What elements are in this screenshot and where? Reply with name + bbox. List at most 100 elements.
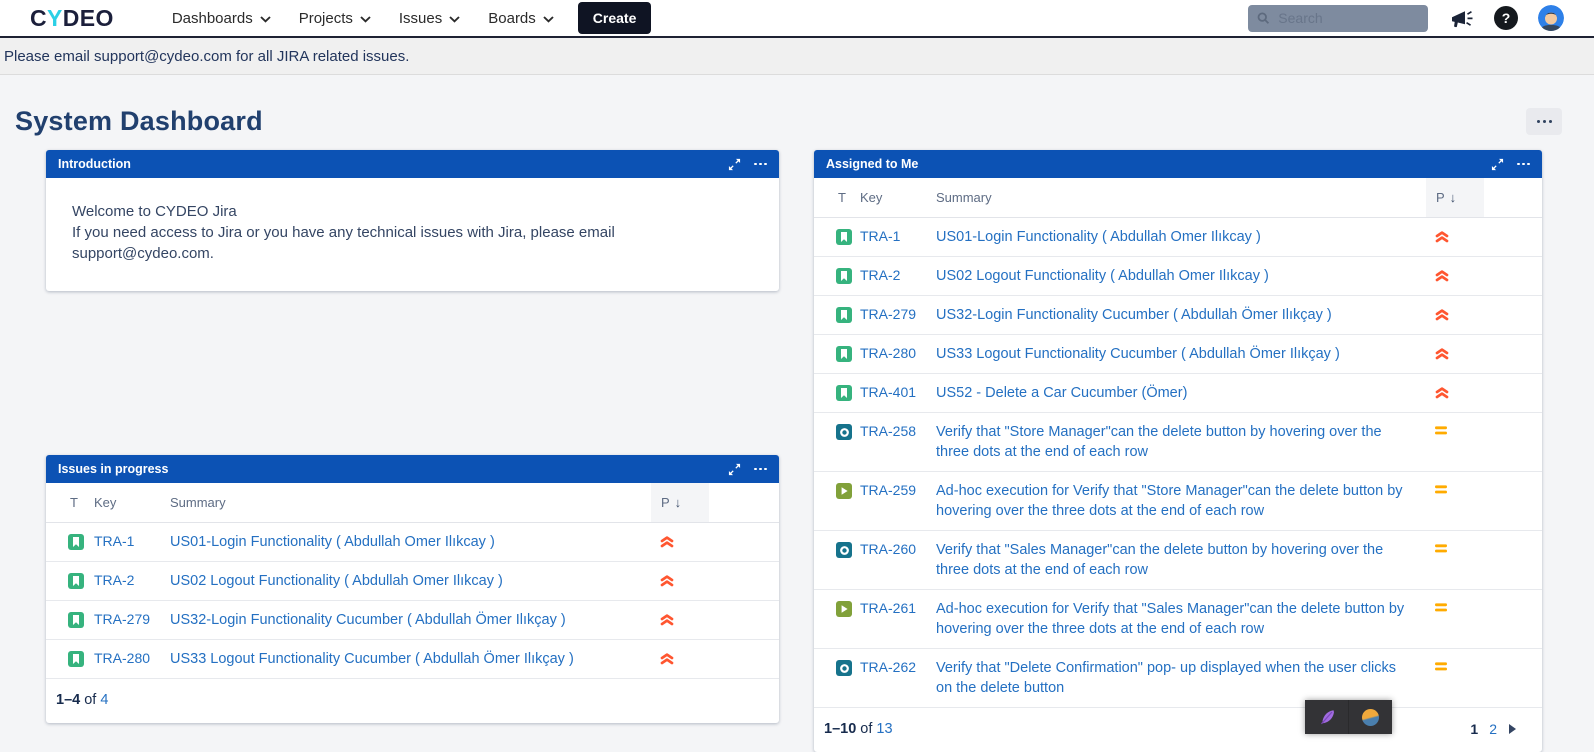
- table-row: TRA-259 Ad-hoc execution for Verify that …: [814, 472, 1542, 531]
- right-column: Assigned to Me T Key Summary P ↓ TRA-1: [814, 150, 1542, 752]
- issue-key-link[interactable]: TRA-260: [860, 541, 916, 557]
- table-row: TRA-280 US33 Logout Functionality Cucumbe…: [46, 640, 779, 679]
- column-header-key[interactable]: Key: [860, 178, 936, 217]
- issue-summary-link[interactable]: Ad-hoc execution for Verify that "Sales …: [936, 590, 1426, 648]
- issue-summary-link[interactable]: US32-Login Functionality Cucumber ( Abdu…: [936, 296, 1346, 334]
- dashboard-more-button[interactable]: [1526, 108, 1562, 135]
- sort-desc-icon: ↓: [1450, 190, 1457, 205]
- column-header-priority[interactable]: P ↓: [651, 483, 709, 522]
- table-row: TRA-258 Verify that "Store Manager"can th…: [814, 413, 1542, 472]
- issue-summary-link[interactable]: US52 - Delete a Car Cucumber (Ömer): [936, 374, 1201, 412]
- announcement-text: Please email support@cydeo.com for all J…: [4, 48, 409, 65]
- menu-issues[interactable]: Issues: [399, 10, 460, 27]
- logo-part: Y: [47, 5, 63, 32]
- announcement-megaphone-icon[interactable]: [1450, 7, 1474, 29]
- issue-key-link[interactable]: TRA-401: [860, 384, 916, 400]
- issue-key-link[interactable]: TRA-279: [94, 611, 150, 627]
- search-box[interactable]: [1248, 5, 1428, 32]
- cydeo-logo[interactable]: CYDEO: [30, 5, 114, 32]
- menu-dashboards[interactable]: Dashboards: [172, 10, 271, 27]
- priority-highest-icon: [659, 653, 675, 670]
- expand-icon[interactable]: [1491, 158, 1504, 171]
- total-count-link[interactable]: 4: [100, 692, 108, 708]
- priority-highest-icon: [1434, 231, 1450, 248]
- total-count-link[interactable]: 13: [876, 721, 892, 737]
- menu-boards[interactable]: Boards: [488, 10, 554, 27]
- issue-key-link[interactable]: TRA-280: [94, 650, 150, 666]
- page-1-current[interactable]: 1: [1470, 721, 1478, 737]
- issue-summary-link[interactable]: US33 Logout Functionality Cucumber ( Abd…: [170, 640, 588, 678]
- table-row: TRA-401 US52 - Delete a Car Cucumber (Öme…: [814, 374, 1542, 413]
- story-type-icon: [68, 612, 84, 628]
- chevron-down-icon: [543, 16, 554, 23]
- panel-menu-icon[interactable]: [1517, 163, 1530, 166]
- issue-summary-link[interactable]: US01-Login Functionality ( Abdullah Omer…: [170, 523, 509, 561]
- issue-summary-link[interactable]: Ad-hoc execution for Verify that "Store …: [936, 472, 1426, 530]
- issue-summary-link[interactable]: Verify that "Store Manager"can the delet…: [936, 413, 1426, 471]
- issue-key-link[interactable]: TRA-2: [94, 572, 134, 588]
- issue-key-link[interactable]: TRA-262: [860, 659, 916, 675]
- issue-key-link[interactable]: TRA-2: [860, 267, 900, 283]
- taskbar-thumbnail-overlay[interactable]: [1305, 700, 1392, 734]
- issue-key-link[interactable]: TRA-1: [860, 228, 900, 244]
- page-2-link[interactable]: 2: [1489, 721, 1497, 737]
- pagination-status: 1–10 of 13: [824, 721, 893, 737]
- issue-summary-link[interactable]: US32-Login Functionality Cucumber ( Abdu…: [170, 601, 580, 639]
- menu-projects[interactable]: Projects: [299, 10, 371, 27]
- search-input[interactable]: [1276, 9, 1419, 27]
- chevron-down-icon: [360, 16, 371, 23]
- panel-title: Issues in progress: [58, 462, 168, 476]
- menu-label: Dashboards: [172, 10, 253, 27]
- panel-menu-icon[interactable]: [754, 468, 767, 471]
- help-glyph: ?: [1502, 10, 1511, 26]
- main-menu: Dashboards Projects Issues Boards: [172, 10, 554, 27]
- column-header-key[interactable]: Key: [94, 483, 170, 522]
- column-header-type[interactable]: T: [46, 483, 94, 522]
- create-button[interactable]: Create: [578, 2, 652, 34]
- expand-icon[interactable]: [728, 158, 741, 171]
- orange-blue-circle-icon[interactable]: [1348, 700, 1392, 734]
- issue-key-link[interactable]: TRA-1: [94, 533, 134, 549]
- issue-summary-link[interactable]: Verify that "Sales Manager"can the delet…: [936, 531, 1426, 589]
- priority-highest-icon: [1434, 309, 1450, 326]
- issue-summary-link[interactable]: US01-Login Functionality ( Abdullah Omer…: [936, 218, 1275, 256]
- intro-line1: Welcome to CYDEO Jira: [72, 201, 759, 222]
- issue-key-link[interactable]: TRA-259: [860, 482, 916, 498]
- priority-highest-icon: [659, 536, 675, 553]
- column-header-type[interactable]: T: [814, 178, 860, 217]
- test-type-icon: [836, 424, 852, 440]
- issue-summary-link[interactable]: US33 Logout Functionality Cucumber ( Abd…: [936, 335, 1354, 373]
- issue-summary-link[interactable]: US02 Logout Functionality ( Abdullah Ome…: [936, 257, 1283, 295]
- story-type-icon: [836, 268, 852, 284]
- issue-key-link[interactable]: TRA-279: [860, 306, 916, 322]
- table-row: TRA-2 US02 Logout Functionality ( Abdulla…: [46, 562, 779, 601]
- introduction-panel: Introduction Welcome to CYDEO Jira If yo…: [46, 150, 779, 291]
- panel-menu-icon[interactable]: [754, 163, 767, 166]
- priority-medium-icon: [1434, 483, 1448, 500]
- issue-summary-link[interactable]: Verify that "Delete Confirmation" pop- u…: [936, 649, 1426, 707]
- story-type-icon: [836, 346, 852, 362]
- sort-desc-icon: ↓: [675, 495, 682, 510]
- column-header-summary[interactable]: Summary: [936, 178, 1426, 217]
- feather-icon[interactable]: [1305, 700, 1348, 734]
- execution-type-icon: [836, 601, 852, 617]
- intro-line2: If you need access to Jira or you have a…: [72, 222, 759, 264]
- issue-summary-link[interactable]: US02 Logout Functionality ( Abdullah Ome…: [170, 562, 517, 600]
- column-header-priority[interactable]: P ↓: [1426, 178, 1484, 217]
- story-type-icon: [68, 573, 84, 589]
- issue-key-link[interactable]: TRA-261: [860, 600, 916, 616]
- issue-key-link[interactable]: TRA-258: [860, 423, 916, 439]
- pager: 1 2: [1470, 721, 1516, 737]
- table-row: TRA-260 Verify that "Sales Manager"can th…: [814, 531, 1542, 590]
- story-type-icon: [68, 651, 84, 667]
- next-page-icon[interactable]: [1508, 724, 1516, 734]
- issue-key-link[interactable]: TRA-280: [860, 345, 916, 361]
- user-avatar[interactable]: [1538, 5, 1564, 31]
- search-icon: [1257, 11, 1269, 25]
- menu-label: Projects: [299, 10, 353, 27]
- column-header-summary[interactable]: Summary: [170, 483, 651, 522]
- help-icon[interactable]: ?: [1494, 6, 1518, 30]
- expand-icon[interactable]: [728, 463, 741, 476]
- test-type-icon: [836, 660, 852, 676]
- table-row: TRA-1 US01-Login Functionality ( Abdullah…: [46, 523, 779, 562]
